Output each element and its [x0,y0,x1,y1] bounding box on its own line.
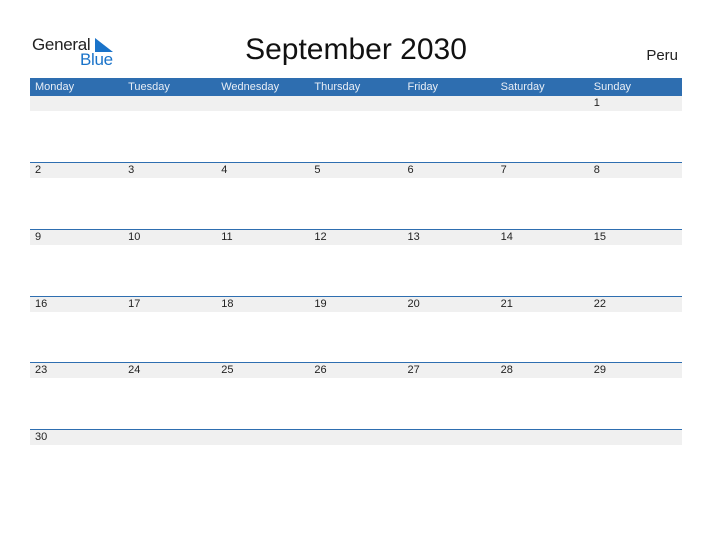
day-cell [589,430,682,445]
day-cell: 14 [500,231,513,243]
day-cell [216,96,309,111]
date-strip: 1 [30,96,682,111]
weekday-saturday: Saturday [500,81,545,93]
day-cell [123,430,216,445]
date-strip: 2 3 4 5 6 7 8 [30,163,682,178]
weekday-header: Monday Tuesday Wednesday Thursday Friday… [30,78,682,96]
day-cell: 13 [407,231,420,243]
date-strip: 23 24 25 26 27 28 29 [30,363,682,378]
day-cell: 27 [407,364,420,376]
week-row: 16 17 18 19 20 21 22 [30,296,682,312]
week-row: 23 24 25 26 27 28 29 [30,362,682,378]
day-cell: 3 [128,164,135,176]
day-cell: 26 [314,364,327,376]
day-cell [216,430,309,445]
day-cell [30,96,123,111]
date-strip: 9 10 11 12 13 14 15 [30,230,682,245]
date-strip: 16 17 18 19 20 21 22 [30,297,682,312]
day-cell: 23 [35,364,48,376]
day-cell: 19 [314,298,327,310]
day-cell: 5 [314,164,321,176]
day-cell: 30 [35,431,48,443]
date-strip: 30 [30,430,682,445]
country-label: Peru [646,47,678,64]
day-cell [309,430,402,445]
day-cell: 22 [593,298,606,310]
weekday-tuesday: Tuesday [128,81,170,93]
day-cell [403,430,496,445]
day-cell: 17 [128,298,141,310]
day-cell: 28 [500,364,513,376]
week-row: 30 [30,429,682,445]
day-cell: 10 [128,231,141,243]
day-cell: 8 [593,164,600,176]
day-cell [496,430,589,445]
day-cell [123,96,216,111]
day-cell: 15 [593,231,606,243]
week-row: 1 [30,96,682,111]
weekday-wednesday: Wednesday [221,81,280,93]
day-cell [496,96,589,111]
day-cell: 21 [500,298,513,310]
day-cell: 12 [314,231,327,243]
day-cell [403,96,496,111]
day-cell: 18 [221,298,234,310]
day-cell: 6 [407,164,414,176]
day-cell: 2 [35,164,42,176]
day-cell: 9 [35,231,42,243]
day-cell: 24 [128,364,141,376]
day-cell: 16 [35,298,48,310]
day-cell [309,96,402,111]
day-cell: 25 [221,364,234,376]
weekday-monday: Monday [35,81,75,93]
calendar-title: September 2030 [245,33,467,66]
weekday-thursday: Thursday [314,81,361,93]
day-cell: 4 [221,164,228,176]
day-cell: 20 [407,298,420,310]
day-cell: 7 [500,164,507,176]
week-row: 9 10 11 12 13 14 15 [30,229,682,245]
day-cell: 11 [221,231,233,243]
day-cell: 1 [593,97,600,109]
calendar-grid: Monday Tuesday Wednesday Thursday Friday… [30,78,682,445]
weekday-sunday: Sunday [593,81,632,93]
week-row: 2 3 4 5 6 7 8 [30,162,682,178]
weekday-friday: Friday [407,81,439,93]
day-cell: 29 [593,364,606,376]
